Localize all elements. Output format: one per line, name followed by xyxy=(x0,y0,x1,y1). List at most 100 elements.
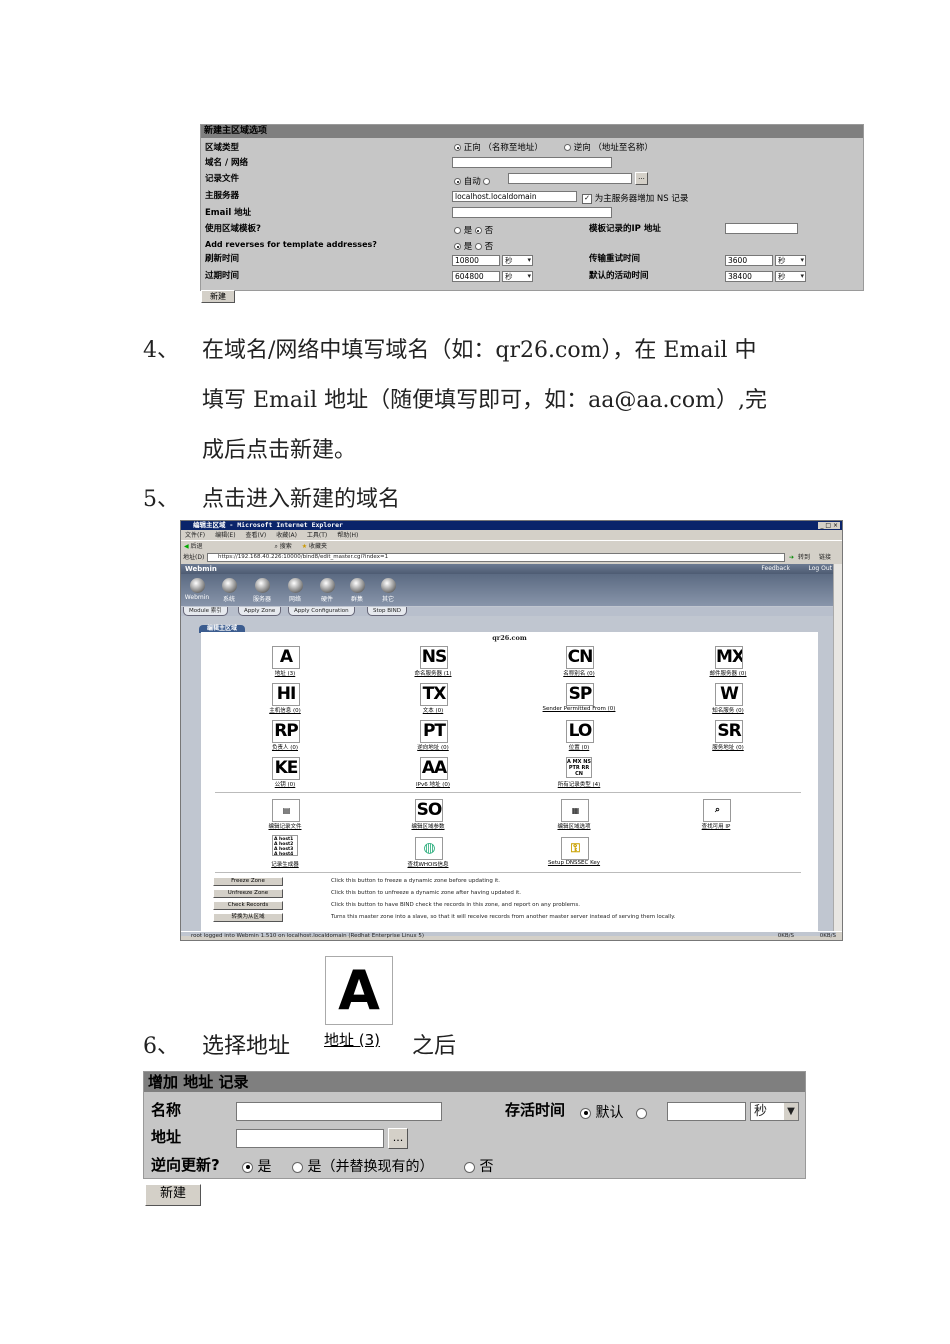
ttl-default-option[interactable]: 默认 xyxy=(580,1102,647,1122)
category-others[interactable]: 其它 xyxy=(374,578,402,603)
go-button[interactable]: 转到 xyxy=(798,552,810,563)
edit-records-file-link[interactable]: 编辑记录文件 xyxy=(225,822,345,830)
radio-reverse-yes[interactable] xyxy=(242,1161,253,1173)
radio-template-yes[interactable] xyxy=(454,227,461,234)
cname-record-icon[interactable]: CN xyxy=(566,646,594,669)
address-browse-button[interactable]: ... xyxy=(388,1128,408,1149)
radio-forward[interactable] xyxy=(454,144,461,151)
check-records-button[interactable]: Check Records xyxy=(213,901,283,910)
template-ip-input[interactable] xyxy=(725,223,798,234)
unfreeze-zone-button[interactable]: Unfreeze Zone xyxy=(213,889,283,898)
window-controls[interactable]: _ □ × xyxy=(818,522,840,529)
tab-apply-zone[interactable]: Apply Zone xyxy=(238,607,282,616)
dnssec-key-icon[interactable]: ⚿ xyxy=(561,837,589,860)
file-icon[interactable]: ▤ xyxy=(272,799,300,822)
category-webmin[interactable]: Webmin xyxy=(183,578,211,601)
soa-icon[interactable]: SO xyxy=(415,799,443,822)
convert-slave-button[interactable]: 转换为从区域 xyxy=(213,913,283,922)
category-network[interactable]: 网络 xyxy=(281,578,309,603)
radio-template-no[interactable] xyxy=(474,227,482,234)
vertical-scrollbar[interactable] xyxy=(833,564,842,932)
whois-globe-icon[interactable]: ◍ xyxy=(415,837,443,860)
menu-file[interactable]: 文件(F) xyxy=(185,532,205,539)
aaaa-record-link[interactable]: IPv6 地址 (0) xyxy=(373,780,493,788)
radio-reverse[interactable] xyxy=(564,144,571,151)
expire-input[interactable]: 604800 xyxy=(452,271,500,282)
logout-link[interactable]: Log Out xyxy=(808,565,832,572)
key-record-link[interactable]: 公钥 (0) xyxy=(225,780,345,788)
add-ns-checkbox[interactable]: ✓ xyxy=(582,193,592,204)
ns-record-link[interactable]: 命名服务器 (1) xyxy=(373,669,493,677)
hinfo-record-icon[interactable]: HI xyxy=(272,683,300,706)
ptr-record-link[interactable]: 逆向地址 (0) xyxy=(373,743,493,751)
all-records-link[interactable]: 所有记录类型 (4) xyxy=(519,780,639,788)
address-input[interactable]: https://192.168.40.226:10000/bind8/edit_… xyxy=(207,553,785,562)
default-ttl-unit-select[interactable]: 秒 xyxy=(775,271,806,282)
favorites-icon[interactable]: ★ xyxy=(302,543,307,550)
refresh-input[interactable]: 10800 xyxy=(452,255,500,266)
refresh-unit-select[interactable]: 秒 xyxy=(502,255,533,266)
mx-record-link[interactable]: 邮件服务器 (0) xyxy=(668,669,788,677)
reverse-yes-option[interactable]: 是 xyxy=(242,1156,271,1176)
radio-auto[interactable] xyxy=(454,178,461,185)
reverse-no-option[interactable]: 否 xyxy=(464,1156,493,1176)
find-free-ip-link[interactable]: 查找可用 IP xyxy=(656,822,776,830)
menu-favorites[interactable]: 收藏(A) xyxy=(276,532,297,539)
spf-record-icon[interactable]: SP xyxy=(566,683,594,706)
search-icon[interactable]: ⌕ xyxy=(274,543,277,550)
whois-link[interactable]: 查找WHOIS信息 xyxy=(368,860,488,868)
srv-record-link[interactable]: 服务地址 (0) xyxy=(668,743,788,751)
reverse-replace-option[interactable]: 是（并替换现有的） xyxy=(292,1156,433,1176)
record-generator-link[interactable]: 记录生成器 xyxy=(225,860,345,868)
transfer-retry-unit-select[interactable]: 秒 xyxy=(775,255,806,266)
a-record-icon[interactable]: A xyxy=(272,646,300,669)
record-generator-icon[interactable]: A host1 A host2 A host3 A host4 xyxy=(272,835,298,856)
zone-type-reverse[interactable]: 逆向 （地址至名称） xyxy=(564,141,653,153)
menu-help[interactable]: 帮助(H) xyxy=(337,532,358,539)
radio-ttl-custom[interactable] xyxy=(635,1107,647,1119)
expire-unit-select[interactable]: 秒 xyxy=(502,271,533,282)
address-record-icon[interactable]: A xyxy=(325,956,393,1025)
hinfo-record-link[interactable]: 主机信息 (0) xyxy=(225,706,345,714)
loc-record-link[interactable]: 位置 (0) xyxy=(519,743,639,751)
all-records-icon[interactable]: A MX NS PTR RR CN xyxy=(566,757,592,778)
txt-record-icon[interactable]: TX xyxy=(420,683,448,706)
radio-ttl-default[interactable] xyxy=(580,1107,591,1119)
menu-view[interactable]: 查看(V) xyxy=(245,532,266,539)
key-record-icon[interactable]: KE xyxy=(272,757,300,780)
category-cluster[interactable]: 群集 xyxy=(343,578,371,603)
records-auto-option[interactable]: 自动 xyxy=(454,175,491,187)
favorites-button[interactable]: 收藏夹 xyxy=(309,543,327,550)
ns-record-icon[interactable]: NS xyxy=(420,646,448,669)
address-record-link[interactable]: 地址 (3) xyxy=(324,1029,380,1050)
records-file-input[interactable] xyxy=(508,173,632,184)
edit-zone-options-link[interactable]: 编辑区域选项 xyxy=(514,822,634,830)
links-button[interactable]: 链接 xyxy=(819,552,831,563)
back-button[interactable]: 后退 xyxy=(191,543,203,550)
master-server-input[interactable]: localhost.localdomain xyxy=(452,191,577,202)
find-ip-icon[interactable]: ⌕ xyxy=(703,799,731,822)
cname-record-link[interactable]: 名称别名 (0) xyxy=(519,669,639,677)
loc-record-icon[interactable]: LO xyxy=(566,720,594,743)
add-reverses-options[interactable]: 是 否 xyxy=(454,240,493,252)
zone-type-forward[interactable]: 正向 （名称至地址） xyxy=(454,141,543,153)
category-system[interactable]: 系统 xyxy=(215,578,243,603)
radio-reverses-no[interactable] xyxy=(474,243,482,250)
search-button[interactable]: 搜索 xyxy=(280,543,292,550)
aaaa-record-icon[interactable]: AA xyxy=(420,757,448,780)
ptr-record-icon[interactable]: PT xyxy=(420,720,448,743)
tab-apply-configuration[interactable]: Apply Configuration xyxy=(288,607,355,616)
wks-record-link[interactable]: 知名服务 (0) xyxy=(668,706,788,714)
radio-reverse-replace[interactable] xyxy=(292,1161,303,1173)
radio-reverses-yes[interactable] xyxy=(454,243,461,250)
email-input[interactable] xyxy=(452,207,612,218)
tab-module-index[interactable]: Module 索引 xyxy=(183,607,228,616)
spf-record-link[interactable]: Sender Permitted From (0) xyxy=(519,706,639,712)
add-ns-option[interactable]: ✓ 为主服务器增加 NS 记录 xyxy=(582,192,688,204)
radio-custom-file[interactable] xyxy=(483,178,491,185)
rp-record-icon[interactable]: RP xyxy=(272,720,300,743)
ttl-input[interactable] xyxy=(667,1102,746,1121)
feedback-link[interactable]: Feedback xyxy=(761,565,790,572)
mx-record-icon[interactable]: MX xyxy=(715,646,743,669)
create-record-button[interactable]: 新建 xyxy=(145,1184,201,1206)
